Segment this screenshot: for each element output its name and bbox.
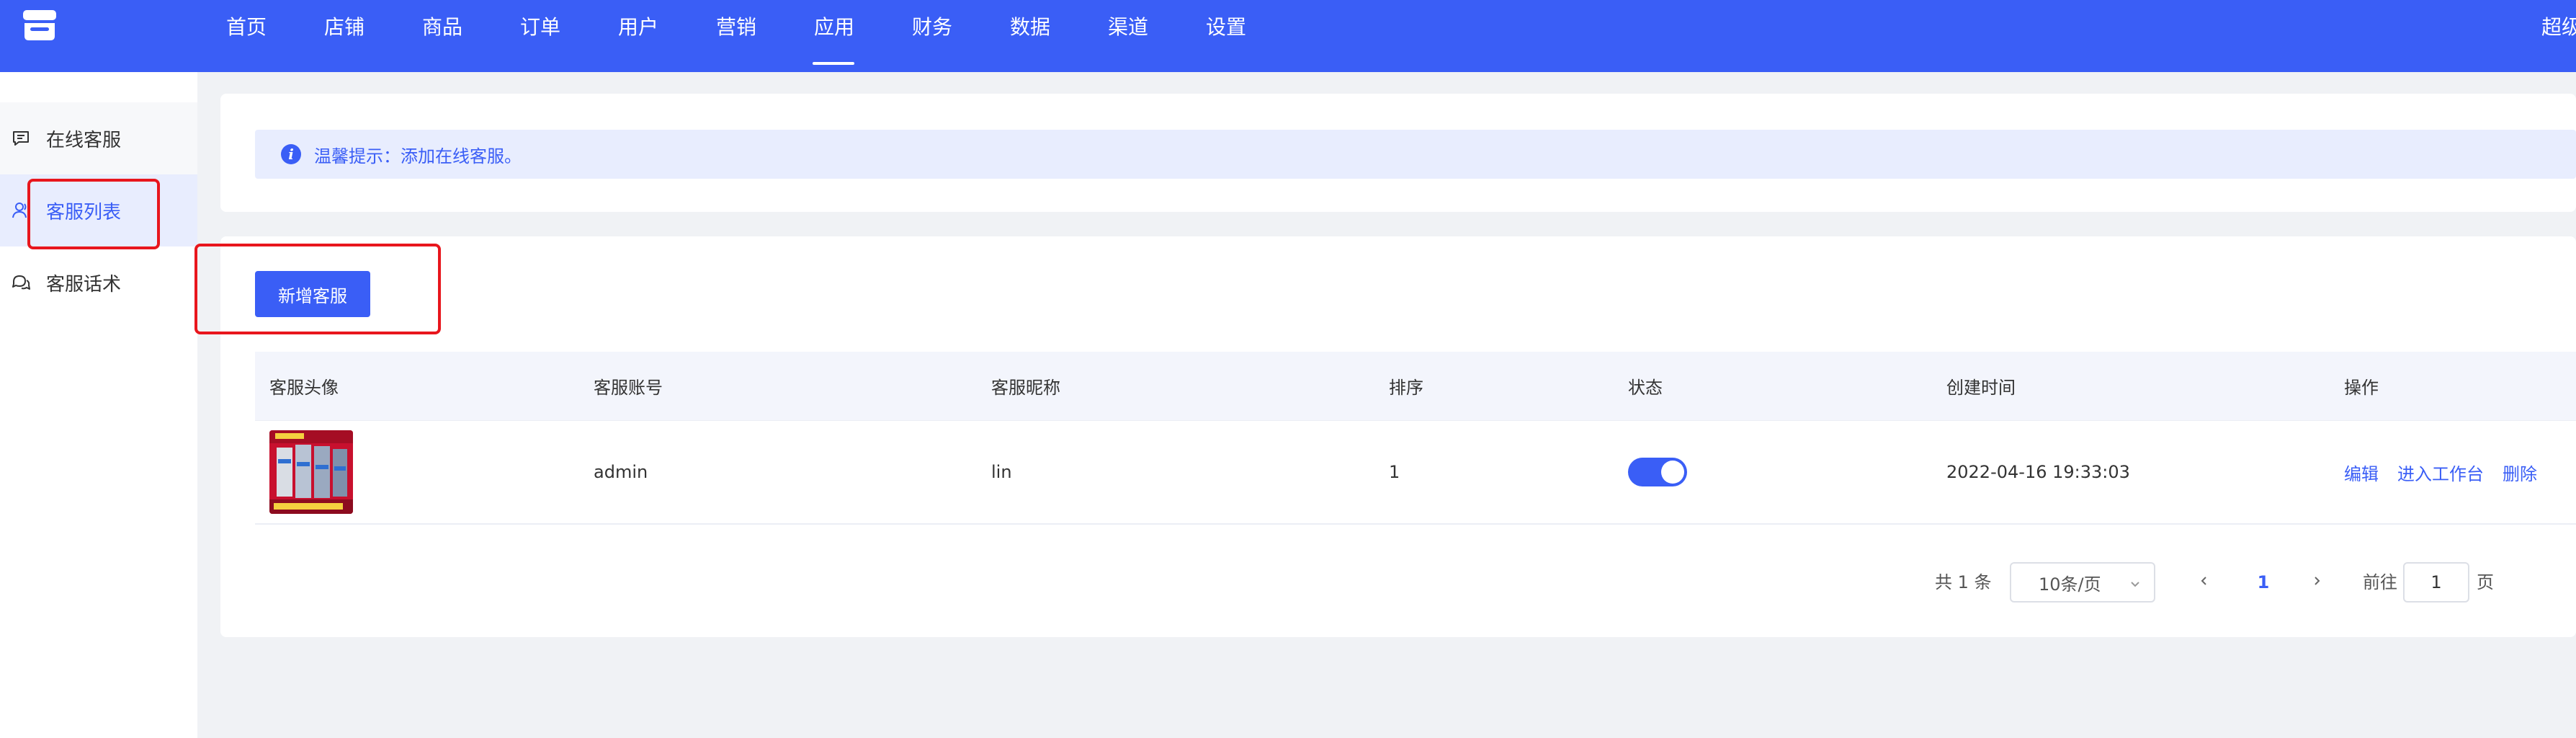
top-navbar: 首页 店铺 商品 订单 用户 营销 应用 财务 数据 渠道 设置 超级 xyxy=(0,0,2576,72)
created-cell: 2022-04-16 19:33:03 xyxy=(1946,462,2130,482)
nav-item-orders[interactable]: 订单 xyxy=(520,12,560,43)
tip-card: i 温馨提示：添加在线客服。 xyxy=(220,94,2576,212)
chat-square-icon xyxy=(10,128,32,149)
avatar xyxy=(269,430,353,514)
page-unit-label: 页 xyxy=(2477,572,2494,592)
service-list-card: 新增客服 客服头像 客服账号 客服昵称 排序 状态 创建时间 操作 admin … xyxy=(220,236,2576,637)
nav-item-home[interactable]: 首页 xyxy=(226,12,267,43)
user-icon xyxy=(10,200,32,221)
page-size-value: 10条/页 xyxy=(2039,574,2101,595)
nav-item-apps[interactable]: 应用 xyxy=(814,12,854,43)
nav-item-channels[interactable]: 渠道 xyxy=(1108,12,1148,43)
nav-item-store[interactable]: 店铺 xyxy=(324,12,365,43)
account-cell: admin xyxy=(594,462,648,482)
pagination: 共 1 条 10条/页 1 前往 页 xyxy=(220,561,2576,604)
prev-page-button[interactable] xyxy=(2190,561,2219,604)
pagination-total: 共 1 条 xyxy=(1935,572,1992,592)
column-header-account: 客服账号 xyxy=(594,378,663,398)
enter-workbench-link[interactable]: 进入工作台 xyxy=(2397,460,2484,485)
nav-item-finance[interactable]: 财务 xyxy=(912,12,952,43)
column-header-nickname: 客服昵称 xyxy=(991,378,1060,398)
goto-page-input[interactable] xyxy=(2403,562,2469,603)
table-row: admin lin 1 2022-04-16 19:33:03 编辑 进入工作台… xyxy=(255,421,2576,525)
table-header: 客服头像 客服账号 客服昵称 排序 状态 创建时间 操作 xyxy=(255,352,2576,421)
chevron-right-icon xyxy=(2309,574,2324,591)
nav-item-marketing[interactable]: 营销 xyxy=(716,12,756,43)
nav-active-indicator xyxy=(813,62,854,65)
nav-item-data[interactable]: 数据 xyxy=(1010,12,1050,43)
sidebar-item-service-list[interactable]: 客服列表 xyxy=(0,174,197,246)
sidebar-item-service-scripts[interactable]: 客服话术 xyxy=(0,246,197,319)
chevron-left-icon xyxy=(2197,574,2211,591)
avatar-cell xyxy=(269,421,353,523)
column-header-avatar: 客服头像 xyxy=(269,378,339,398)
chat-bubbles-icon xyxy=(10,272,32,293)
nav-item-users[interactable]: 用户 xyxy=(618,12,658,43)
nav-item-settings[interactable]: 设置 xyxy=(1206,12,1246,43)
column-header-sort: 排序 xyxy=(1389,378,1423,398)
service-table: 客服头像 客服账号 客服昵称 排序 状态 创建时间 操作 admin lin 1… xyxy=(255,352,2576,525)
user-menu[interactable]: 超级 xyxy=(2541,12,2576,43)
toggle-knob xyxy=(1661,461,1684,484)
goto-label: 前往 xyxy=(2363,572,2397,592)
nav-item-products[interactable]: 商品 xyxy=(422,12,462,43)
next-page-button[interactable] xyxy=(2302,561,2331,604)
page-size-select[interactable]: 10条/页 xyxy=(2010,562,2155,603)
status-cell xyxy=(1628,421,1687,523)
sidebar-item-online-service[interactable]: 在线客服 xyxy=(0,102,197,174)
column-header-status: 状态 xyxy=(1628,378,1663,398)
edit-link[interactable]: 编辑 xyxy=(2344,460,2379,485)
column-header-created: 创建时间 xyxy=(1946,378,2016,398)
sidebar-item-label: 客服列表 xyxy=(46,201,122,223)
sidebar-item-label: 在线客服 xyxy=(46,129,122,151)
tip-alert: i 温馨提示：添加在线客服。 xyxy=(255,130,2576,179)
chevron-down-icon xyxy=(2128,575,2142,595)
sidebar: 在线客服 客服列表 客服话术 xyxy=(0,72,197,738)
status-toggle[interactable] xyxy=(1628,458,1687,486)
add-service-button[interactable]: 新增客服 xyxy=(255,271,370,317)
nickname-cell: lin xyxy=(991,462,1012,482)
store-logo-icon[interactable] xyxy=(20,7,59,43)
actions-cell: 编辑 进入工作台 删除 xyxy=(2344,421,2556,523)
sort-cell: 1 xyxy=(1389,462,1400,482)
tip-text: 温馨提示：添加在线客服。 xyxy=(314,146,522,166)
page-number-current[interactable]: 1 xyxy=(2249,561,2278,604)
info-icon: i xyxy=(281,144,301,164)
delete-link[interactable]: 删除 xyxy=(2503,460,2537,485)
column-header-actions: 操作 xyxy=(2344,378,2379,398)
sidebar-item-label: 客服话术 xyxy=(46,273,122,295)
